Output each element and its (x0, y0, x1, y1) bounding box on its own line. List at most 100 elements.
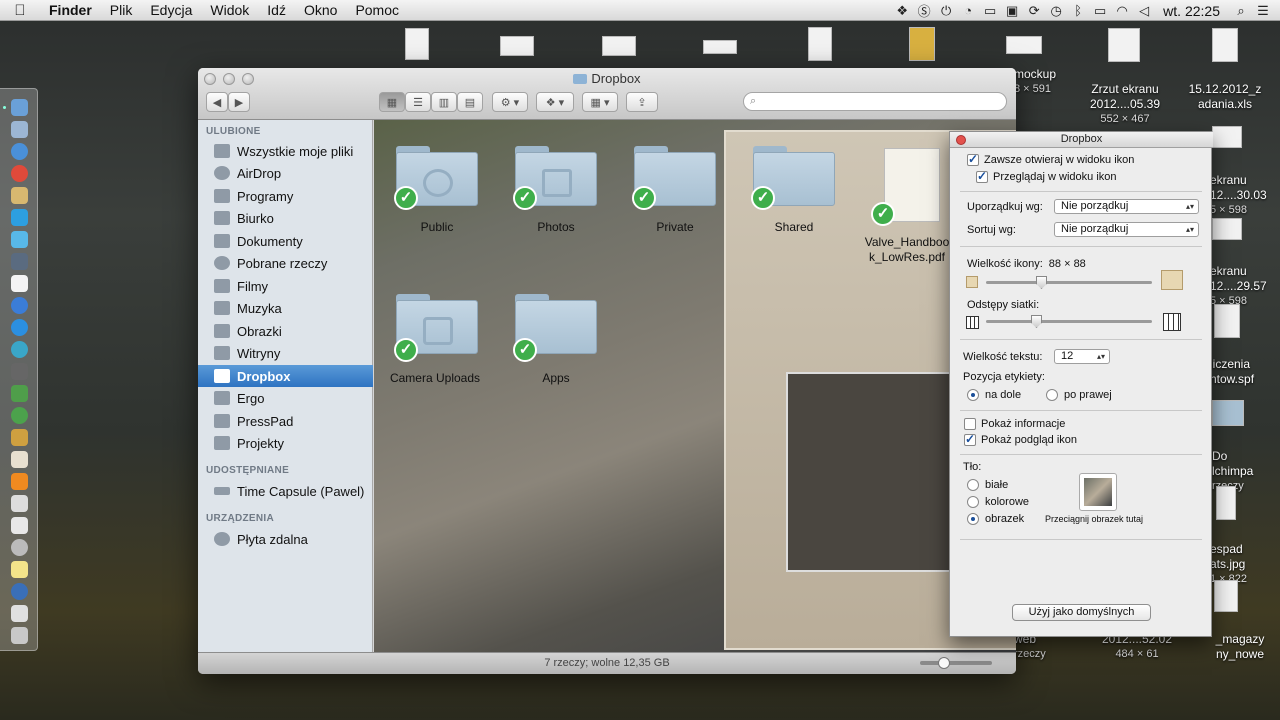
zip-file-icon[interactable] (909, 27, 935, 61)
documents-stack-icon[interactable] (11, 605, 28, 622)
green-app-icon[interactable] (11, 407, 28, 424)
show-info-checkbox[interactable]: Pokaż informacje (964, 418, 1065, 430)
time-machine-icon[interactable]: ◷ (1045, 3, 1067, 19)
panel-close-button[interactable] (956, 135, 966, 145)
sidebar-item-all-my-files[interactable]: Wszystkie moje pliki (198, 140, 373, 162)
wifi-icon[interactable]: ◠ (1111, 3, 1133, 19)
desktop-file-icon[interactable] (703, 40, 737, 54)
slider-knob[interactable] (1036, 276, 1047, 289)
utility-icon[interactable] (11, 451, 28, 468)
desktop-file-icon[interactable] (1212, 218, 1242, 240)
html-file-icon[interactable] (1214, 580, 1238, 612)
list-icon[interactable]: ☰ (1252, 3, 1274, 19)
bg-color-radio[interactable]: kolorowe (967, 496, 1029, 508)
column-view-button[interactable]: ▥ (431, 92, 457, 112)
use-as-defaults-button[interactable]: Użyj jako domyślnych (1012, 604, 1151, 621)
desktop-file-icon[interactable] (808, 27, 832, 61)
power-icon[interactable]: ⏻ (935, 3, 957, 19)
share-button[interactable]: ⇪ (626, 92, 658, 112)
always-open-checkbox[interactable]: Zawsze otwieraj w widoku ikon (967, 152, 1134, 166)
dropbox-menu-button[interactable]: ❖ ▾ (536, 92, 574, 112)
mail-icon[interactable] (11, 121, 28, 138)
sidebar-item-sites[interactable]: Witryny (198, 342, 373, 364)
icon-view-area[interactable]: ✓ Public ✓ Photos ✓ Private ✓ Shared ✓ V… (374, 120, 1016, 652)
dropbox-icon[interactable]: ❖ (891, 3, 913, 19)
menu-go[interactable]: Idź (258, 2, 295, 18)
desktop-file-icon[interactable] (602, 36, 636, 56)
sidebar-item-remote-disc[interactable]: Płyta zdalna (198, 528, 373, 550)
bg-picture-radio[interactable]: obrazek (967, 513, 1024, 525)
sidebar-item-desktop[interactable]: Biurko (198, 207, 373, 229)
label-right-radio[interactable]: po prawej (1046, 389, 1112, 401)
skype-dock-icon[interactable] (11, 209, 28, 226)
background-picture-well[interactable] (1079, 473, 1117, 511)
zoom-slider-knob[interactable] (938, 657, 950, 669)
label-bottom-radio[interactable]: na dole (967, 389, 1021, 401)
sort-popup[interactable]: Nie porządkuj ▴▾ (1054, 222, 1199, 237)
icon-size-zoom-slider[interactable] (920, 657, 992, 669)
sidebar-item-movies[interactable]: Filmy (198, 275, 373, 297)
sidebar-item-documents[interactable]: Dokumenty (198, 230, 373, 252)
show-preview-checkbox[interactable]: Pokaż podgląd ikon (964, 432, 1077, 446)
sidebar-item-pictures[interactable]: Obrazki (198, 320, 373, 342)
desktop-file-icon[interactable] (1006, 36, 1042, 54)
downloads-stack-icon[interactable] (11, 583, 28, 600)
apple-menu-icon[interactable]:  (0, 2, 40, 19)
time-machine-dock-icon[interactable] (11, 539, 28, 556)
sidebar-item-dropbox[interactable]: Dropbox (198, 365, 373, 387)
quicktime-icon[interactable] (11, 341, 28, 358)
forward-button[interactable]: ▶ (228, 92, 250, 112)
cover-flow-button[interactable]: ▤ (457, 92, 483, 112)
slider-knob[interactable] (1031, 315, 1042, 328)
spotlight-icon[interactable]: ⌕ (1230, 3, 1252, 19)
text-size-popup[interactable]: 12 ▴▾ (1054, 349, 1110, 364)
chrome-icon[interactable] (11, 165, 28, 182)
document-icon[interactable] (11, 495, 28, 512)
sidebar-item-ergo[interactable]: Ergo (198, 387, 373, 409)
volume-icon[interactable]: ◁ (1133, 3, 1155, 19)
search-input[interactable]: ⌕ (743, 92, 1007, 111)
itunes-icon[interactable] (11, 297, 28, 314)
skype-icon[interactable]: Ⓢ (913, 3, 935, 19)
desktop-file-icon[interactable] (1108, 28, 1140, 62)
menu-edit[interactable]: Edycja (141, 2, 201, 18)
spf-file-icon[interactable] (1214, 304, 1240, 338)
desktop-file-icon[interactable] (500, 36, 534, 56)
app-store-icon[interactable] (11, 319, 28, 336)
display-icon[interactable]: ▣ (1001, 3, 1023, 19)
action-gear-button[interactable]: ⚙ ▾ (492, 92, 528, 112)
preview-icon[interactable] (11, 429, 28, 446)
sidebar-item-projects[interactable]: Projekty (198, 432, 373, 454)
icon-view-button[interactable]: ▦ (379, 92, 405, 112)
sidebar-item-time-capsule[interactable]: Time Capsule (Pawel) (198, 480, 373, 502)
trash-icon[interactable] (11, 627, 28, 644)
menu-view[interactable]: Widok (201, 2, 258, 18)
menu-file[interactable]: Plik (101, 2, 142, 18)
gauge-icon[interactable]: ◔ (957, 3, 979, 19)
battery-icon[interactable]: ▭ (1089, 3, 1111, 19)
grid-spacing-slider[interactable] (986, 315, 1152, 328)
bluetooth-icon[interactable]: ᛒ (1067, 3, 1089, 19)
desktop-file-icon[interactable] (405, 28, 429, 60)
arrange-button[interactable]: ▦ ▾ (582, 92, 618, 112)
photo-icon[interactable] (11, 253, 28, 270)
folder-icon[interactable] (1212, 400, 1244, 426)
bg-white-radio[interactable]: białe (967, 479, 1008, 491)
sidebar-item-applications[interactable]: Programy (198, 185, 373, 207)
textedit-icon[interactable] (11, 517, 28, 534)
stickies-icon[interactable] (11, 561, 28, 578)
back-button[interactable]: ◀ (206, 92, 228, 112)
menu-clock[interactable]: wt. 22:25 (1155, 3, 1230, 19)
sidebar-item-presspad[interactable]: PressPad (198, 410, 373, 432)
evernote-icon[interactable] (11, 385, 28, 402)
finder-icon[interactable] (11, 99, 28, 116)
menu-finder[interactable]: Finder (40, 2, 101, 18)
list-view-button[interactable]: ☰ (405, 92, 431, 112)
sidebar-item-music[interactable]: Muzyka (198, 297, 373, 319)
contacts-icon[interactable] (11, 187, 28, 204)
sidebar-item-downloads[interactable]: Pobrane rzeczy (198, 252, 373, 274)
automator-icon[interactable] (11, 363, 28, 380)
icon-size-slider[interactable] (986, 276, 1152, 289)
messages-icon[interactable] (11, 231, 28, 248)
sync-icon[interactable]: ⟳ (1023, 3, 1045, 19)
